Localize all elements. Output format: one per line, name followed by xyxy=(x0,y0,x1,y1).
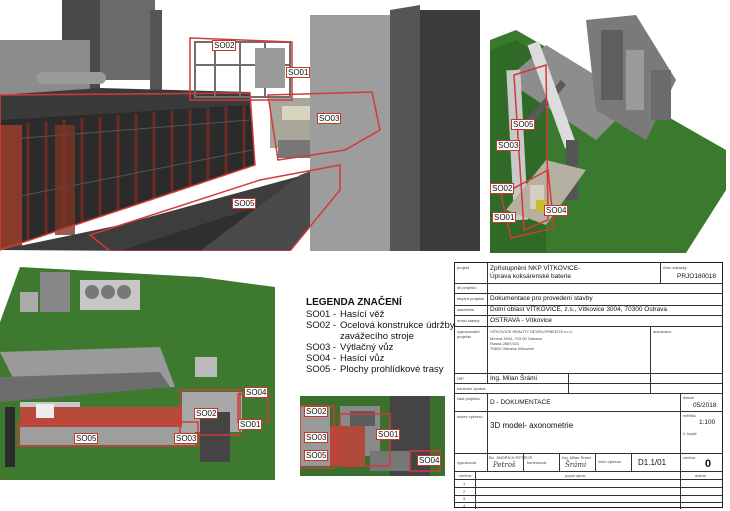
label-so01: SO01 xyxy=(286,67,311,78)
site: OSTRAVA - Vítkovice xyxy=(490,317,552,324)
author: Bc. JINDŘICH PETROŠ xyxy=(489,455,533,460)
gip: Ing. Milan Šrámi xyxy=(490,375,537,382)
label-so05: SO05 xyxy=(304,450,329,461)
date-label: datum xyxy=(683,395,695,400)
legend-text: Ocelová konstrukce údržby xyxy=(340,320,455,331)
label-so03: SO03 xyxy=(496,140,521,151)
legend-item: zavážecího stroje xyxy=(306,331,456,342)
project-name-1: Zpřístupnění NKP VÍTKOVICE- xyxy=(490,265,581,272)
legend-code: SO04 - xyxy=(306,353,337,364)
label-so02: SO02 xyxy=(194,408,219,419)
change-label: změna xyxy=(683,455,696,460)
approver-label: kontrolní zpráva xyxy=(457,386,486,391)
drawing-label: název výkresu xyxy=(457,414,483,419)
check-label: kontroloval xyxy=(527,460,547,465)
project-name-2: Úprava koksárenské baterie xyxy=(490,273,571,280)
site-label: místo stavby xyxy=(457,318,480,323)
change-no: 0 xyxy=(705,458,712,470)
section: D - DOKUMENTACE xyxy=(490,399,551,406)
legend-title: LEGENDA ZNAČENÍ xyxy=(306,297,402,308)
project-label: projekt xyxy=(457,265,470,270)
view-plan: SO04 SO02 SO01 SO05 SO03 xyxy=(0,262,278,480)
checker-signature: Šrámi xyxy=(565,461,587,469)
builder-label: stavebník xyxy=(457,307,475,312)
author-signature: Petroš xyxy=(493,461,516,469)
legend-text: Hasící vůz xyxy=(340,353,385,364)
rev-row: 3 xyxy=(463,496,466,501)
rev-header-change: změna xyxy=(459,473,472,478)
scale: 1:100 xyxy=(699,419,716,426)
label-so01: SO01 xyxy=(376,429,401,440)
legend-code: SO05 - xyxy=(306,364,337,375)
legend-item: SO02 - Ocelová konstrukce údržby xyxy=(306,320,456,331)
legend-text: Plochy prohlídkové trasy xyxy=(340,364,444,375)
designer-1: VÍTKOVICE REALITY DEVELOPMENTS s.r.o. xyxy=(490,329,573,334)
date: 05/2018 xyxy=(693,402,717,409)
checker: Ing. Milan Šrámi xyxy=(562,455,591,460)
label-so01: SO01 xyxy=(492,212,517,223)
label-so03: SO03 xyxy=(304,432,329,443)
stamp-label: autorizace xyxy=(653,329,672,334)
main-perspective-render xyxy=(0,0,480,251)
label-so03: SO03 xyxy=(317,113,342,124)
legend-item: SO01 - Hasící věž xyxy=(306,309,456,320)
label-so05: SO05 xyxy=(232,198,257,209)
legend-text: Hasící věž xyxy=(340,309,385,320)
view-aerial: SO05 SO03 SO02 SO04 SO01 xyxy=(486,0,730,253)
plan-render xyxy=(0,262,278,480)
drawing-title: 3D model- axonometrie xyxy=(490,421,574,430)
label-so04: SO04 xyxy=(544,205,569,216)
drawing-no-label: číslo výkresu xyxy=(598,459,622,464)
rev-row: 1 xyxy=(463,481,466,486)
legend-code xyxy=(306,331,340,342)
label-so03: SO03 xyxy=(174,433,199,444)
label-so02: SO02 xyxy=(490,183,515,194)
rev-row: 2 xyxy=(463,489,466,494)
drawing-no: D1.1/01 xyxy=(638,458,667,467)
legend-code: SO03 - xyxy=(306,342,337,353)
legend-code: SO02 - xyxy=(306,320,337,331)
label-so04: SO04 xyxy=(417,455,442,466)
rev-row: 4 xyxy=(463,503,466,508)
scale-label: měřítko xyxy=(683,413,697,418)
author-label: vypracoval xyxy=(457,460,477,465)
label-so05: SO05 xyxy=(74,433,99,444)
rev-header-date: datum xyxy=(695,473,707,478)
designer-4: 70602 Ostrava-Vítkovice xyxy=(490,346,534,351)
designer-label: vypracovatel projektu xyxy=(457,329,480,339)
view-small-perspective: SO02 SO03 SO01 SO05 SO04 xyxy=(300,396,445,476)
label-so02: SO02 xyxy=(212,40,237,51)
section-label: část projektu xyxy=(457,396,480,401)
project-no: PRJO180018 xyxy=(677,273,717,280)
gip-label: HIP xyxy=(457,376,464,381)
legend-item: SO04 - Hasící vůz xyxy=(306,353,456,364)
legend-text: Výtlačný vůz xyxy=(340,342,394,353)
legend: LEGENDA ZNAČENÍ SO01 - Hasící věž SO02 -O… xyxy=(306,297,456,375)
label-so02: SO02 xyxy=(304,406,329,417)
legend-item: SO03 - Výtlačný vůz xyxy=(306,342,456,353)
stage: Dokumentace pro provedení stavby xyxy=(490,295,593,302)
legend-text: zavážecího stroje xyxy=(340,331,414,342)
project-no-label: číslo zakázky xyxy=(663,265,687,270)
legend-code: SO01 - xyxy=(306,309,337,320)
builder: Dolní oblast VÍTKOVICE, z.s., Vítkovice … xyxy=(490,306,668,313)
part-label: díl projektu xyxy=(457,285,477,290)
label-so05: SO05 xyxy=(511,119,536,130)
label-so04: SO04 xyxy=(244,387,269,398)
rev-header-desc: popis úprav xyxy=(565,473,586,478)
copy-label: č. kopie xyxy=(683,431,697,436)
stage-label: stupeň projektu xyxy=(457,296,485,301)
label-so01: SO01 xyxy=(238,419,263,430)
legend-item: SO05 - Plochy prohlídkové trasy xyxy=(306,364,456,375)
title-block: projekt Zpřístupnění NKP VÍTKOVICE- Úpra… xyxy=(454,262,723,509)
view-main-perspective: SO02 SO01 SO03 SO05 xyxy=(0,0,480,251)
